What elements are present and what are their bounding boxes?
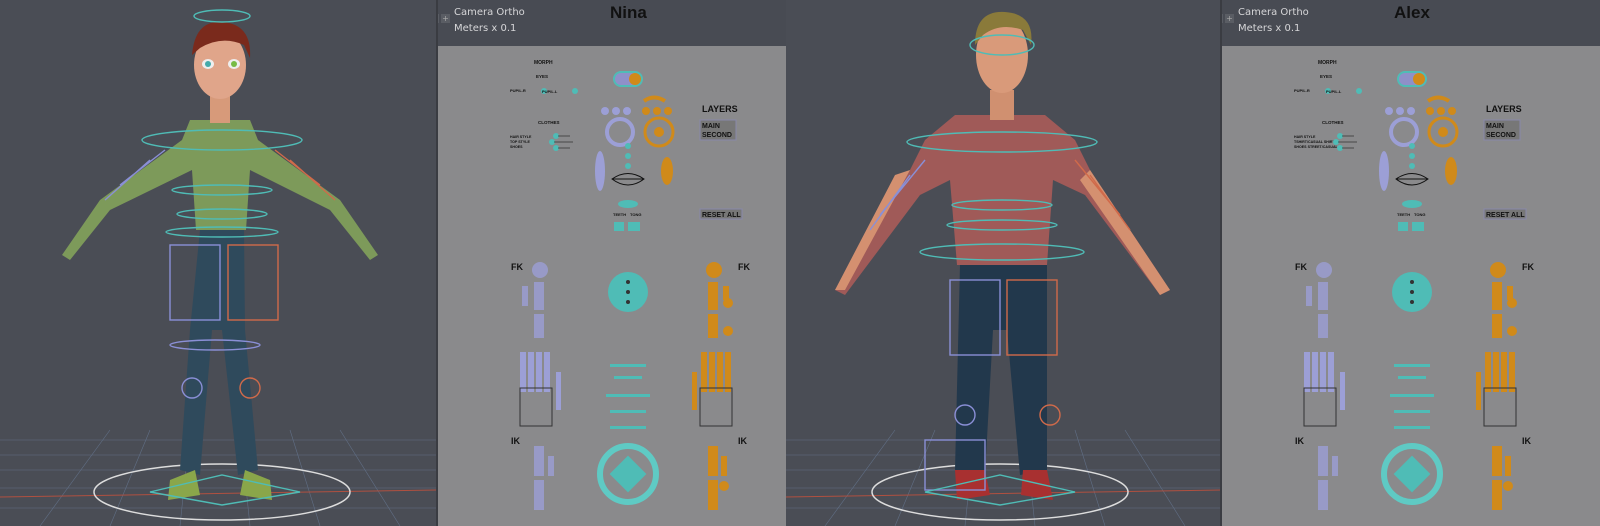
layer-second-button[interactable]: SECOND	[1486, 132, 1516, 139]
eyes-label: EYES	[1320, 74, 1332, 79]
layers-label: LAYERS	[702, 104, 738, 114]
ik-left-leg-controls[interactable]	[1318, 446, 1338, 510]
ik-left-label: IK	[511, 436, 521, 446]
teeth-label: TEETH	[613, 212, 626, 217]
fk-right-label: FK	[738, 262, 750, 272]
pupil-r-label: PUPIL.R	[510, 88, 526, 93]
fk-left-label: FK	[1295, 262, 1307, 272]
morph-label: MORPH	[534, 60, 553, 66]
fk-right-arm-controls[interactable]	[1490, 262, 1517, 338]
teeth-label: TEETH	[1397, 212, 1410, 217]
spine-controls[interactable]	[606, 364, 650, 429]
root-diamond[interactable]	[609, 455, 647, 493]
area-split-handles[interactable]: ++	[1222, 14, 1234, 23]
ik-right-leg-controls[interactable]	[708, 446, 729, 510]
picker-panel-alex: ++ Camera Ortho Meters x 0.1 Alex MORPH …	[1220, 0, 1600, 526]
mouth-control[interactable]	[1395, 173, 1429, 186]
viewport-nina[interactable]	[0, 0, 436, 526]
area-split-handles[interactable]: ++	[438, 14, 450, 23]
rig-picker: MORPH EYES PUPIL.R PUPIL.L CLOTHES HAIR …	[510, 60, 750, 510]
ik-left-leg-controls[interactable]	[534, 446, 554, 510]
picker-panel-nina: ++ Camera Ortho Meters x 0.1 Nina MORPH …	[436, 0, 786, 526]
character-name: Nina	[610, 3, 647, 22]
camera-label: Camera Ortho	[454, 7, 525, 18]
left-hand-controls[interactable]	[520, 352, 561, 410]
left-hand-box	[519, 387, 553, 427]
spine-controls[interactable]	[1390, 364, 1434, 429]
floor-grid	[0, 429, 436, 526]
clothes-label: CLOTHES	[1322, 120, 1344, 125]
viewport-alex[interactable]	[785, 0, 1221, 526]
morph-label: MORPH	[1318, 60, 1337, 66]
center-spine-face-controls[interactable]	[1398, 143, 1424, 231]
ik-right-label: IK	[1522, 436, 1532, 446]
ik-left-label: IK	[1295, 436, 1305, 446]
eye-target-control[interactable]	[629, 73, 641, 85]
ik-right-label: IK	[738, 436, 748, 446]
clothes-item-1: HAIR STYLE	[510, 135, 532, 139]
reset-all-label: RESET ALL	[702, 212, 741, 219]
nina-rig-model[interactable]	[0, 0, 436, 526]
clothes-sliders[interactable]	[549, 133, 573, 151]
pupil-r-label: PUPIL.R	[1294, 88, 1310, 93]
tong-label: TONG	[630, 212, 641, 217]
ik-right-leg-controls[interactable]	[1492, 446, 1513, 510]
pupil-l-slider[interactable]	[1356, 88, 1362, 94]
left-face-controls[interactable]	[1379, 107, 1419, 191]
layer-main-button[interactable]: MAIN	[1486, 123, 1504, 130]
mouth-control[interactable]	[611, 173, 645, 186]
root-diamond[interactable]	[1393, 455, 1431, 493]
pupil-l-slider[interactable]	[572, 88, 578, 94]
clothes-item-3: SHOES	[510, 145, 523, 149]
right-hand-controls[interactable]	[692, 352, 731, 410]
camera-label: Camera Ortho	[1238, 7, 1309, 18]
right-face-controls[interactable]	[642, 95, 675, 186]
left-face-controls[interactable]	[595, 107, 635, 191]
pupil-l-label: PUPIL.L	[1326, 89, 1342, 94]
eye-target-control[interactable]	[1413, 73, 1425, 85]
character-name: Alex	[1394, 3, 1430, 22]
clothes-item-3: SHOES STREET/CASUAL	[1294, 145, 1339, 149]
clothes-label: CLOTHES	[538, 120, 560, 125]
picker-header: ++ Camera Ortho Meters x 0.1 Alex	[1222, 0, 1600, 46]
clothes-item-2: TOP STYLE	[510, 140, 530, 144]
right-hand-box	[699, 387, 733, 427]
tong-label: TONG	[1414, 212, 1425, 217]
fk-left-arm-controls[interactable]	[1306, 262, 1332, 338]
fk-right-arm-controls[interactable]	[706, 262, 733, 338]
rig-picker: MORPH EYES PUPIL.R PUPIL.L CLOTHES HAIR …	[1294, 60, 1534, 510]
fk-left-label: FK	[511, 262, 523, 272]
right-hand-box	[1483, 387, 1517, 427]
clothes-item-1: HAIR STYLE	[1294, 135, 1316, 139]
layers-label: LAYERS	[1486, 104, 1522, 114]
floor-grid	[785, 429, 1221, 526]
layer-second-button[interactable]: SECOND	[702, 132, 732, 139]
units-label: Meters x 0.1	[454, 23, 517, 34]
clothes-item-2: TSHIRT/CASUAL SHIRT	[1294, 140, 1335, 144]
right-face-controls[interactable]	[1426, 95, 1459, 186]
picker-header: ++ Camera Ortho Meters x 0.1 Nina	[438, 0, 786, 46]
center-spine-face-controls[interactable]	[614, 143, 640, 231]
eyes-label: EYES	[536, 74, 548, 79]
units-label: Meters x 0.1	[1238, 23, 1301, 34]
left-hand-box	[1303, 387, 1337, 427]
left-hand-controls[interactable]	[1304, 352, 1345, 410]
pupil-l-label: PUPIL.L	[542, 89, 558, 94]
layer-main-button[interactable]: MAIN	[702, 123, 720, 130]
fk-left-arm-controls[interactable]	[522, 262, 548, 338]
alex-rig-model[interactable]	[785, 0, 1221, 526]
fk-right-label: FK	[1522, 262, 1534, 272]
reset-all-label: RESET ALL	[1486, 212, 1525, 219]
right-hand-controls[interactable]	[1476, 352, 1515, 410]
